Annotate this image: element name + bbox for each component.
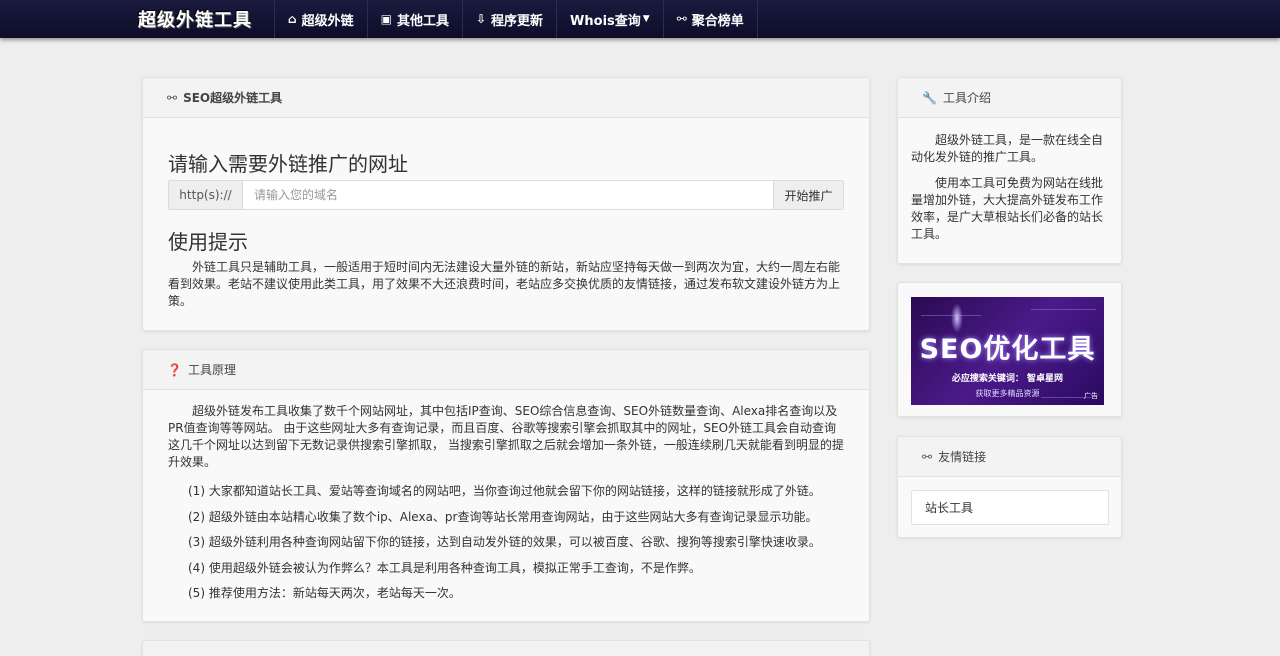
wrench-icon: 🔧 (922, 90, 937, 105)
panel-title: 工具原理 (187, 363, 236, 377)
nav-item-program-update[interactable]: ⇩ 程序更新 (461, 0, 556, 38)
top-navbar: 超级外链工具 ⌂ 超级外链 ▣ 其他工具 ⇩ 程序更新 Whois查询 ▼ ⚯ … (0, 0, 1280, 38)
domain-input[interactable] (243, 181, 773, 209)
principle-intro: 超级外链发布工具收集了数千个网站网址，其中包括IP查询、SEO综合信息查询、SE… (168, 404, 844, 469)
ad-headline: SEO优化工具 (919, 334, 1096, 365)
panel-heading: ⚯ SEO超级外链工具 (143, 78, 869, 118)
link-icon: ⚯ (922, 449, 933, 464)
box-icon: ▣ (380, 12, 392, 26)
nav-label: 聚合榜单 (691, 13, 744, 29)
panel-title: SEO超级外链工具 (183, 91, 283, 105)
link-icon: ⚯ (676, 12, 687, 26)
input-title: 请输入需要外链推广的网址 (168, 152, 408, 176)
friend-links-panel: ⚯ 友情链接 站长工具 (897, 436, 1122, 538)
ad-footline: 获取更多精品资源 (975, 389, 1040, 398)
next-panel-partial: ● (142, 640, 870, 656)
main-nav: ⌂ 超级外链 ▣ 其他工具 ⇩ 程序更新 Whois查询 ▼ ⚯ 聚合榜单 (274, 0, 758, 38)
nav-item-whois-dropdown[interactable]: Whois查询 ▼ (556, 0, 663, 38)
link-icon: ⚯ (167, 90, 178, 105)
start-promotion-button[interactable]: 开始推广 (773, 181, 843, 209)
question-circle-icon: ❓ (167, 362, 182, 377)
tips-title: 使用提示 (168, 230, 248, 254)
list-item: (4) 使用超级外链会被认为作弊么？本工具是利用各种查询工具，模拟正常手工查询，… (188, 561, 701, 575)
protocol-addon: http(s):// (169, 181, 243, 209)
panel-heading: 🔧 工具介绍 (898, 78, 1121, 118)
list-item: (2) 超级外链由本站精心收集了数个ip、Alexa、pr查询等站长常用查询网站… (188, 510, 818, 524)
list-item: (5) 推荐使用方法：新站每天两次，老站每天一次。 (188, 586, 461, 600)
tips-text: 外链工具只是辅助工具，一般适用于短时间内无法建设大量外链的新站，新站应坚持每天做… (168, 260, 841, 308)
nav-label: Whois查询 (570, 13, 641, 29)
caret-down-icon: ▼ (642, 14, 650, 24)
update-icon: ⇩ (475, 12, 487, 26)
seo-tool-panel: ⚯ SEO超级外链工具 请输入需要外链推广的网址 http(s):// 开始推广… (142, 77, 870, 331)
nav-label: 程序更新 (491, 13, 544, 29)
list-item: (3) 超级外链利用各种查询网站留下你的链接，达到自动发外链的效果，可以被百度、… (188, 535, 821, 549)
home-icon: ⌂ (288, 12, 297, 26)
ad-banner[interactable]: SEO优化工具 必应搜索关键词： 智卓星网 获取更多精品资源 广告 (911, 297, 1104, 405)
friend-link-item[interactable]: 站长工具 (911, 490, 1109, 525)
ad-subline: 必应搜索关键词： 智卓星网 (951, 374, 1064, 384)
nav-item-other-tools[interactable]: ▣ 其他工具 (366, 0, 462, 38)
nav-item-rankings[interactable]: ⚯ 聚合榜单 (662, 0, 758, 38)
tool-principle-panel: ❓ 工具原理 超级外链发布工具收集了数千个网站网址，其中包括IP查询、SEO综合… (142, 349, 870, 622)
nav-label: 其他工具 (396, 13, 449, 29)
panel-heading: ● (143, 641, 869, 656)
intro-paragraph: 使用本工具可免费为网站在线批量增加外链，大大提高外链发布工作效率，是广大草根站长… (911, 176, 1104, 241)
tool-intro-panel: 🔧 工具介绍 超级外链工具，是一款在线全自动化发外链的推广工具。 使用本工具可免… (897, 77, 1122, 264)
nav-item-super-links[interactable]: ⌂ 超级外链 (274, 0, 367, 38)
ad-panel: SEO优化工具 必应搜索关键词： 智卓星网 获取更多精品资源 广告 (897, 282, 1122, 417)
panel-heading: ⚯ 友情链接 (898, 437, 1121, 477)
panel-title: 工具介绍 (942, 91, 991, 105)
panel-title: 友情链接 (938, 450, 987, 464)
panel-heading: ❓ 工具原理 (143, 350, 869, 390)
ad-tag: 广告 (1084, 392, 1098, 400)
ad-decor-line (1031, 309, 1096, 310)
list-item: (1) 大家都知道站长工具、爱站等查询域名的网站吧，当你查询过他就会留下你的网站… (188, 484, 821, 498)
intro-paragraph: 超级外链工具，是一款在线全自动化发外链的推广工具。 (911, 133, 1104, 164)
url-input-group: http(s):// 开始推广 (168, 180, 844, 210)
brand-logo[interactable]: 超级外链工具 (138, 6, 252, 32)
nav-label: 超级外链 (301, 13, 354, 29)
